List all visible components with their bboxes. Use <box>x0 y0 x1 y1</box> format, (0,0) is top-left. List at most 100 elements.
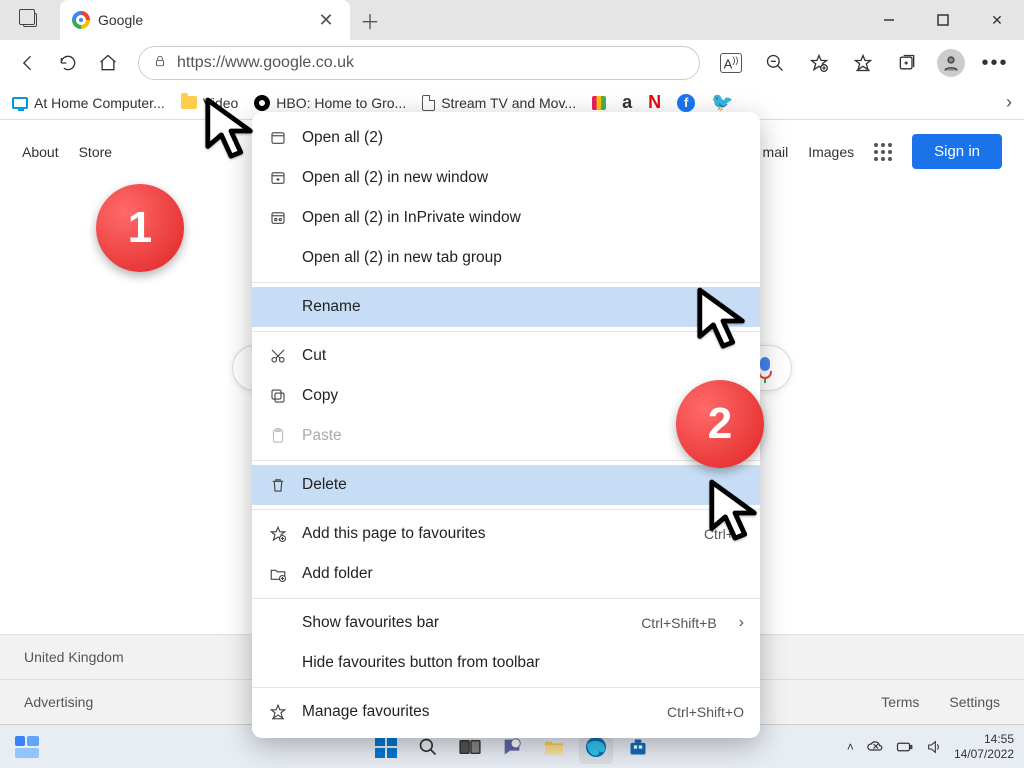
bookmarks-overflow-button[interactable]: › <box>1006 92 1012 113</box>
bookmark-stream[interactable]: Stream TV and Mov... <box>422 95 576 111</box>
bookmark-amazon[interactable]: a <box>622 92 632 113</box>
star-icon <box>268 702 288 722</box>
bookmark-label: Stream TV and Mov... <box>441 95 576 111</box>
ctx-open-all-window[interactable]: Open all (2) in new window <box>252 158 760 198</box>
bookmark-facebook[interactable]: f <box>677 94 695 112</box>
bookmark-hbo[interactable]: HBO: Home to Gro... <box>254 95 406 111</box>
ctx-open-all[interactable]: Open all (2) <box>252 118 760 158</box>
apps-grid-icon[interactable] <box>874 143 892 161</box>
footer-country: United Kingdom <box>24 649 124 665</box>
lock-icon <box>153 54 167 73</box>
separator <box>252 282 760 283</box>
chevron-right-icon: › <box>739 614 744 632</box>
cursor-icon <box>202 96 260 171</box>
bookmark-twitter[interactable]: 🐦 <box>711 92 733 113</box>
date-label: 14/07/2022 <box>954 747 1014 761</box>
minimize-button[interactable] <box>862 0 916 40</box>
shortcut-label: Ctrl+Shift+B <box>641 615 716 631</box>
menu-button[interactable]: ••• <box>976 45 1014 81</box>
footer-terms[interactable]: Terms <box>881 694 919 710</box>
bookmark-label: At Home Computer... <box>34 95 165 111</box>
netflix-icon: N <box>648 92 661 113</box>
ctx-label: Paste <box>302 427 342 445</box>
new-tab-button[interactable]: ＋ <box>350 0 390 40</box>
nav-images[interactable]: Images <box>808 144 854 160</box>
shopping-icon <box>592 96 606 110</box>
url-text: https://www.google.co.uk <box>177 54 354 72</box>
ctx-delete[interactable]: Delete <box>252 465 760 505</box>
bookmark-store[interactable] <box>592 96 606 110</box>
footer-advertising[interactable]: Advertising <box>24 694 93 710</box>
separator <box>252 687 760 688</box>
close-window-button[interactable]: ✕ <box>970 0 1024 40</box>
folder-plus-icon <box>268 564 288 584</box>
footer-settings[interactable]: Settings <box>949 694 1000 710</box>
callout-2: 2 <box>676 380 764 468</box>
cursor-icon <box>694 286 752 361</box>
tray-chevron-icon[interactable]: ˄ <box>847 740 854 754</box>
battery-icon[interactable] <box>896 739 914 755</box>
time-label: 14:55 <box>954 732 1014 746</box>
copy-icon <box>268 386 288 406</box>
collections-button[interactable] <box>888 45 926 81</box>
window-controls: ✕ <box>862 0 1024 40</box>
favorite-button[interactable] <box>800 45 838 81</box>
facebook-icon: f <box>677 94 695 112</box>
inprivate-icon <box>268 208 288 228</box>
nav-gmail[interactable]: mail <box>763 144 789 160</box>
back-button[interactable] <box>10 45 46 81</box>
ctx-add-page[interactable]: Add this page to favouritesCtrl+D <box>252 514 760 554</box>
volume-icon[interactable] <box>926 739 942 755</box>
page-icon <box>422 95 435 111</box>
tab-actions-button[interactable] <box>0 0 60 40</box>
ctx-label: Hide favourites button from toolbar <box>302 654 540 672</box>
google-favicon <box>72 11 90 29</box>
ctx-label: Delete <box>302 476 347 494</box>
address-bar[interactable]: https://www.google.co.uk <box>138 46 700 80</box>
ctx-label: Open all (2) <box>302 129 383 147</box>
browser-tab[interactable]: Google ✕ <box>60 0 350 40</box>
ctx-label: Open all (2) in new window <box>302 169 488 187</box>
ctx-hide-button[interactable]: Hide favourites button from toolbar <box>252 643 760 683</box>
ctx-cut[interactable]: Cut <box>252 336 760 376</box>
ctx-open-all-group[interactable]: Open all (2) in new tab group <box>252 238 760 278</box>
ctx-add-folder[interactable]: Add folder <box>252 554 760 594</box>
bookmark-home-computer[interactable]: At Home Computer... <box>12 95 165 111</box>
ctx-rename[interactable]: Rename <box>252 287 760 327</box>
ctx-label: Show favourites bar <box>302 614 439 632</box>
ctx-show-bar[interactable]: Show favourites bar Ctrl+Shift+B › <box>252 603 760 643</box>
sign-in-button[interactable]: Sign in <box>912 134 1002 169</box>
favorites-hub-button[interactable] <box>844 45 882 81</box>
ctx-label: Add folder <box>302 565 373 583</box>
taskbar-clock[interactable]: 14:55 14/07/2022 <box>954 732 1014 761</box>
ctx-open-all-inprivate[interactable]: Open all (2) in InPrivate window <box>252 198 760 238</box>
callout-1: 1 <box>96 184 184 272</box>
ctx-label: Rename <box>302 298 361 316</box>
tab-title: Google <box>98 12 143 28</box>
ctx-label: Open all (2) in InPrivate window <box>302 209 521 227</box>
onedrive-icon[interactable] <box>866 738 884 756</box>
paste-icon <box>268 426 288 446</box>
nav-about[interactable]: About <box>22 144 59 160</box>
nav-store[interactable]: Store <box>79 144 112 160</box>
monitor-icon <box>12 97 28 109</box>
home-button[interactable] <box>90 45 126 81</box>
ctx-manage[interactable]: Manage favouritesCtrl+Shift+O <box>252 692 760 732</box>
tab-close-button[interactable]: ✕ <box>314 8 338 32</box>
widgets-button[interactable] <box>10 730 44 764</box>
bookmark-label: HBO: Home to Gro... <box>276 95 406 111</box>
separator <box>252 460 760 461</box>
refresh-button[interactable] <box>50 45 86 81</box>
maximize-button[interactable] <box>916 0 970 40</box>
separator <box>252 331 760 332</box>
read-aloud-button[interactable]: A)) <box>712 45 750 81</box>
ctx-label: Open all (2) in new tab group <box>302 249 502 267</box>
profile-button[interactable] <box>932 45 970 81</box>
star-plus-icon <box>268 524 288 544</box>
zoom-out-button[interactable] <box>756 45 794 81</box>
ctx-label: Cut <box>302 347 326 365</box>
ctx-label: Add this page to favourites <box>302 525 486 543</box>
titlebar: Google ✕ ＋ ✕ <box>0 0 1024 40</box>
bookmark-netflix[interactable]: N <box>648 92 661 113</box>
shortcut-label: Ctrl+Shift+O <box>667 704 744 720</box>
